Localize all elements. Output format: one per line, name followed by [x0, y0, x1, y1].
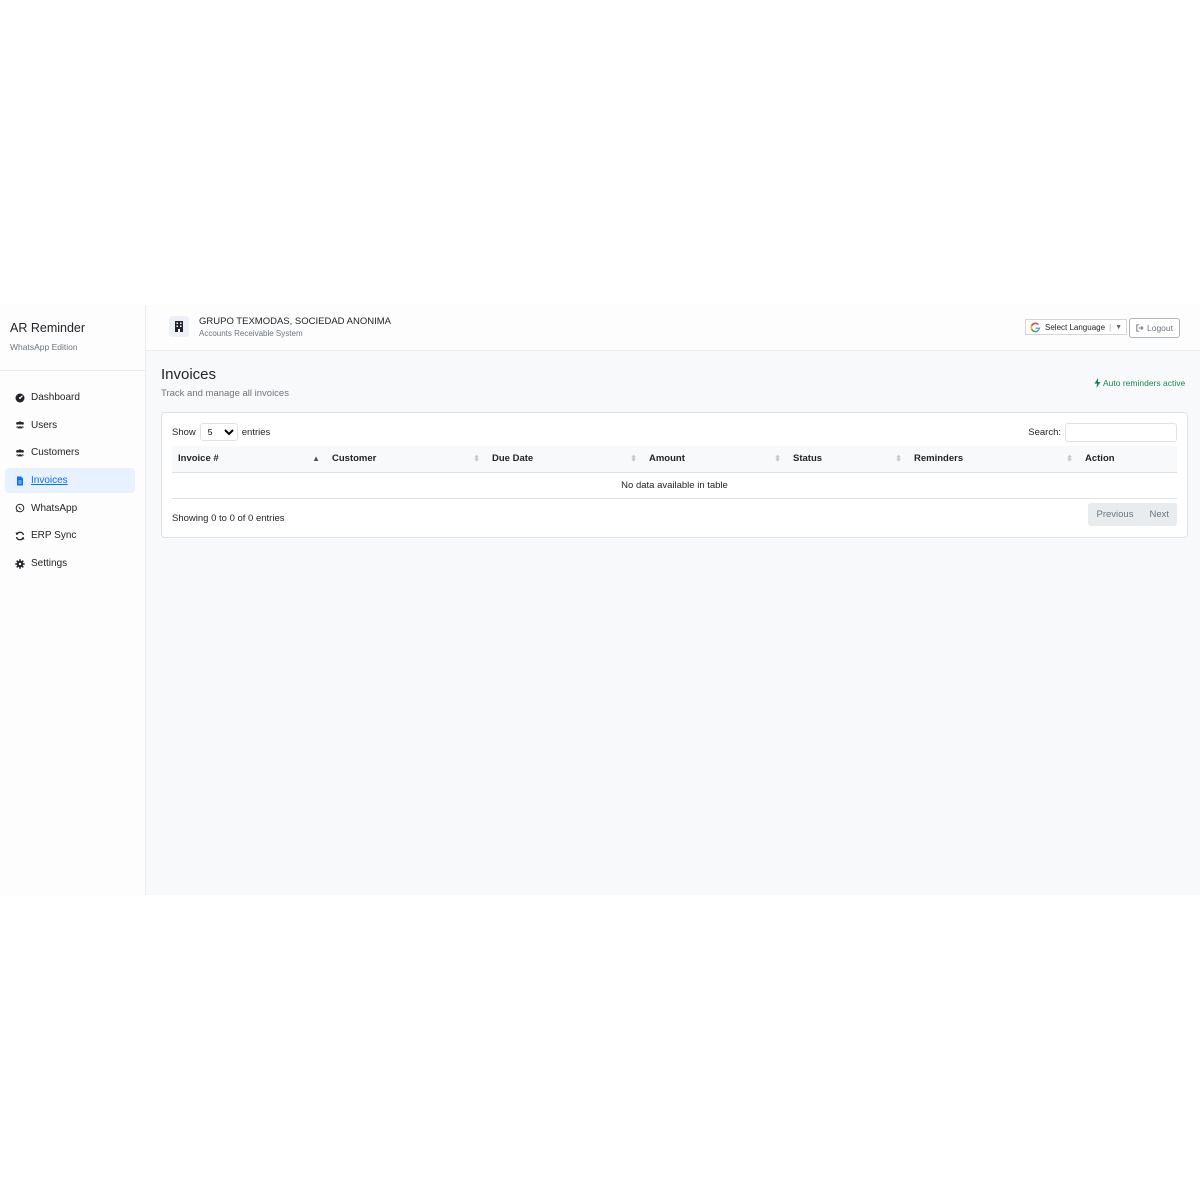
auto-reminders-status: Auto reminders active: [1094, 378, 1185, 388]
column-label: Customer: [332, 453, 377, 465]
show-label: Show: [172, 426, 196, 438]
sidebar-item-label: Settings: [31, 558, 68, 570]
language-label: Select Language: [1045, 322, 1106, 332]
sidebar-nav: Dashboard Users Customers Invoices Whats…: [0, 371, 145, 576]
sidebar-item-whatsapp[interactable]: WhatsApp: [5, 496, 135, 521]
sidebar: AR Reminder WhatsApp Edition Dashboard U…: [0, 305, 146, 895]
column-label: Status: [793, 453, 823, 465]
company-name: GRUPO TEXMODAS, SOCIEDAD ANONIMA: [199, 316, 391, 327]
sidebar-item-label: WhatsApp: [31, 502, 78, 514]
sidebar-item-label: ERP Sync: [31, 530, 77, 542]
app-shell: AR Reminder WhatsApp Edition Dashboard U…: [0, 305, 1200, 895]
sidebar-item-erp-sync[interactable]: ERP Sync: [5, 523, 135, 548]
sort-icon: ⬍: [895, 454, 902, 463]
next-button[interactable]: Next: [1141, 503, 1177, 526]
users-icon: [14, 419, 26, 431]
chevron-down-icon: ▼: [1115, 323, 1123, 331]
gear-icon: [14, 558, 26, 570]
sidebar-item-label: Users: [31, 419, 58, 431]
brand-subtitle: WhatsApp Edition: [10, 342, 78, 352]
company-subtitle: Accounts Receivable System: [199, 329, 303, 338]
sort-icon: ⬍: [630, 454, 637, 463]
column-header-action: Action: [1079, 446, 1177, 473]
column-label: Invoice #: [178, 453, 219, 465]
building-icon: [169, 316, 189, 337]
search-label: Search:: [1028, 427, 1061, 438]
sort-icon: ⬍: [774, 454, 781, 463]
logout-button[interactable]: Logout: [1129, 318, 1180, 338]
column-header-reminders[interactable]: Reminders ⬍: [908, 446, 1079, 473]
brand-title: AR Reminder: [10, 321, 86, 335]
sync-icon: [14, 530, 26, 542]
table-header-row: Invoice # ▲ Customer ⬍ Due Date ⬍ Amount ⬍ S…: [172, 446, 1177, 473]
users-icon: [14, 447, 26, 459]
sidebar-item-settings[interactable]: Settings: [5, 551, 135, 576]
column-label: Action: [1085, 453, 1115, 465]
table-row: No data available in table: [172, 472, 1177, 499]
table-info: Showing 0 to 0 of 0 entries: [172, 513, 285, 524]
search-input[interactable]: [1065, 423, 1177, 442]
file-icon: [14, 475, 26, 487]
page-size-select[interactable]: 5: [199, 423, 238, 441]
column-label: Amount: [649, 453, 685, 465]
invoices-card: Show 5 entries Search: Invoice # ▲ Custom…: [161, 412, 1188, 538]
sort-icon: ⬍: [1066, 454, 1073, 463]
topbar: GRUPO TEXMODAS, SOCIEDAD ANONIMA Account…: [146, 305, 1200, 351]
sort-icon: ⬍: [473, 454, 480, 463]
logout-icon: [1136, 324, 1144, 332]
language-selector[interactable]: Select Language | ▼: [1025, 319, 1128, 335]
divider: |: [1109, 322, 1112, 332]
column-header-due-date[interactable]: Due Date ⬍: [486, 446, 643, 473]
sidebar-item-customers[interactable]: Customers: [5, 440, 135, 465]
logout-label: Logout: [1147, 323, 1173, 333]
column-header-customer[interactable]: Customer ⬍: [326, 446, 486, 473]
page-subtitle: Track and manage all invoices: [161, 388, 289, 399]
column-header-amount[interactable]: Amount ⬍: [643, 446, 787, 473]
gauge-icon: [14, 392, 26, 404]
google-icon: [1030, 322, 1041, 332]
search-control: Search:: [1028, 423, 1177, 442]
sidebar-item-label: Customers: [31, 447, 80, 459]
invoices-table: Invoice # ▲ Customer ⬍ Due Date ⬍ Amount ⬍ S…: [172, 446, 1177, 499]
whatsapp-icon: [14, 502, 26, 514]
previous-button[interactable]: Previous: [1088, 503, 1141, 526]
auto-reminders-label: Auto reminders active: [1103, 378, 1186, 388]
sort-asc-icon: ▲: [312, 454, 320, 463]
empty-message: No data available in table: [172, 472, 1177, 499]
brand: AR Reminder WhatsApp Edition: [0, 305, 145, 371]
sidebar-item-users[interactable]: Users: [5, 413, 135, 438]
entries-label: entries: [241, 426, 271, 438]
bolt-icon: [1094, 378, 1101, 388]
column-label: Reminders: [914, 453, 964, 465]
column-label: Due Date: [492, 453, 534, 465]
page-title: Invoices: [161, 366, 217, 383]
main-content: GRUPO TEXMODAS, SOCIEDAD ANONIMA Account…: [146, 305, 1200, 895]
sidebar-item-dashboard[interactable]: Dashboard: [5, 385, 135, 410]
page-size-control: Show 5 entries: [172, 423, 270, 441]
column-header-invoice[interactable]: Invoice # ▲: [172, 446, 326, 473]
column-header-status[interactable]: Status ⬍: [787, 446, 908, 473]
sidebar-item-label: Invoices: [31, 475, 68, 487]
sidebar-item-label: Dashboard: [31, 392, 80, 403]
pagination: Previous Next: [1088, 503, 1177, 526]
sidebar-item-invoices[interactable]: Invoices: [5, 468, 135, 494]
